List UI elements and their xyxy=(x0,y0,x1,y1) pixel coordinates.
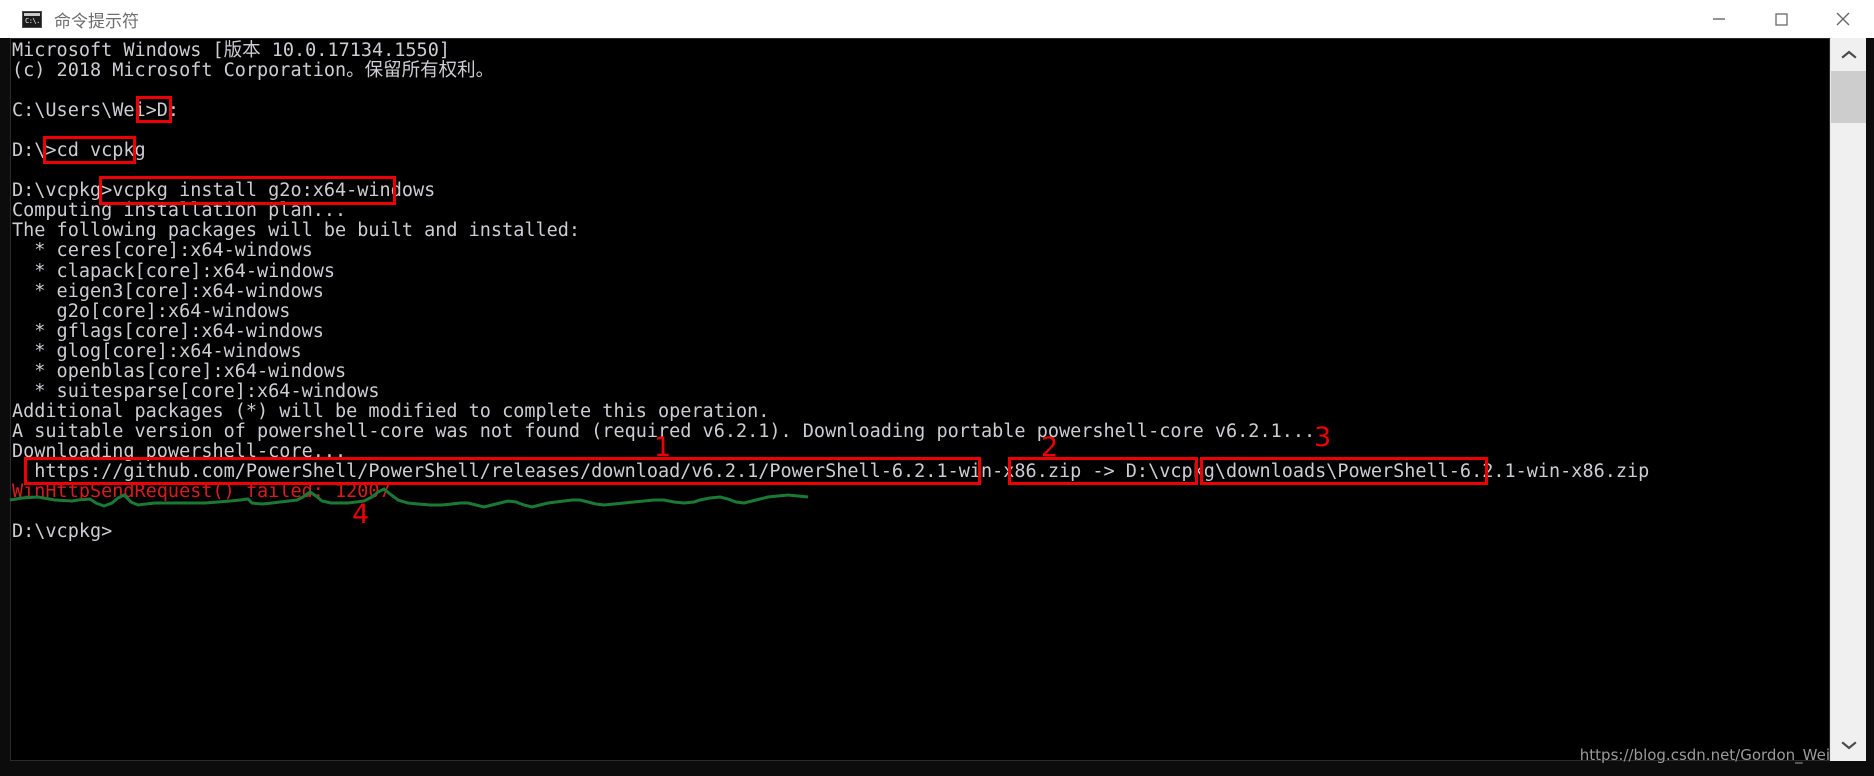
console-line: Computing installation plan... xyxy=(12,200,347,222)
console-scrollbar[interactable] xyxy=(1830,38,1866,761)
console-line: WinHttpSendRequest() failed: 12007 xyxy=(12,481,391,503)
blog-watermark: https://blog.csdn.net/Gordon_Wei xyxy=(1579,746,1830,764)
scrollbar-down-button[interactable] xyxy=(1831,728,1866,761)
chevron-up-icon xyxy=(1840,50,1857,59)
console-screen[interactable]: Microsoft Windows [版本 10.0.17134.1550] (c… xyxy=(10,38,1830,761)
close-icon xyxy=(1836,12,1850,26)
console-area: Microsoft Windows [版本 10.0.17134.1550] (c… xyxy=(0,38,1874,776)
console-line: Downloading powershell-core... xyxy=(12,440,347,462)
command-prompt-icon: C:\. xyxy=(22,10,42,28)
titlebar[interactable]: C:\. 命令提示符 xyxy=(0,0,1874,38)
console-line: * ceres[core]:x64-windows xyxy=(12,240,313,262)
console-line: D:\vcpkg>vcpkg install g2o:x64-windows xyxy=(12,180,436,202)
console-left-margin xyxy=(0,38,10,776)
close-button[interactable] xyxy=(1812,0,1874,38)
console-line: * suitesparse[core]:x64-windows xyxy=(12,380,380,402)
maximize-icon xyxy=(1775,13,1788,26)
maximize-button[interactable] xyxy=(1750,0,1812,38)
scrollbar-thumb[interactable] xyxy=(1831,71,1866,123)
console-line: The following packages will be built and… xyxy=(12,220,581,242)
console-line: * gflags[core]:x64-windows xyxy=(12,320,324,342)
console-line: * openblas[core]:x64-windows xyxy=(12,360,347,382)
titlebar-left: C:\. 命令提示符 xyxy=(0,7,1688,32)
console-line: D:\vcpkg> xyxy=(12,521,113,543)
console-line: (c) 2018 Microsoft Corporation。保留所有权利。 xyxy=(12,60,495,82)
console-line: Microsoft Windows [版本 10.0.17134.1550] xyxy=(12,40,450,61)
minimize-button[interactable] xyxy=(1688,0,1750,38)
console-line: D:\>cd vcpkg xyxy=(12,140,146,162)
console-line: g2o[core]:x64-windows xyxy=(12,300,291,322)
console-line: Additional packages (*) will be modified… xyxy=(12,400,770,422)
console-text-buffer: Microsoft Windows [版本 10.0.17134.1550] (c… xyxy=(12,40,1650,543)
command-prompt-icon-label: C:\. xyxy=(25,16,40,25)
minimize-icon xyxy=(1713,18,1725,20)
command-prompt-window: C:\. 命令提示符 Microsoft Windows [版本 10.0.17… xyxy=(0,0,1874,776)
console-line: * glog[core]:x64-windows xyxy=(12,340,302,362)
chevron-down-icon xyxy=(1840,740,1857,749)
scrollbar-up-button[interactable] xyxy=(1831,38,1866,71)
console-line: * clapack[core]:x64-windows xyxy=(12,260,336,282)
console-line: https://github.com/PowerShell/PowerShell… xyxy=(12,460,1650,482)
window-title: 命令提示符 xyxy=(54,11,139,32)
console-line: * eigen3[core]:x64-windows xyxy=(12,280,324,302)
console-line: C:\Users\Wei>D: xyxy=(12,100,180,122)
console-line: A suitable version of powershell-core wa… xyxy=(12,420,1316,442)
